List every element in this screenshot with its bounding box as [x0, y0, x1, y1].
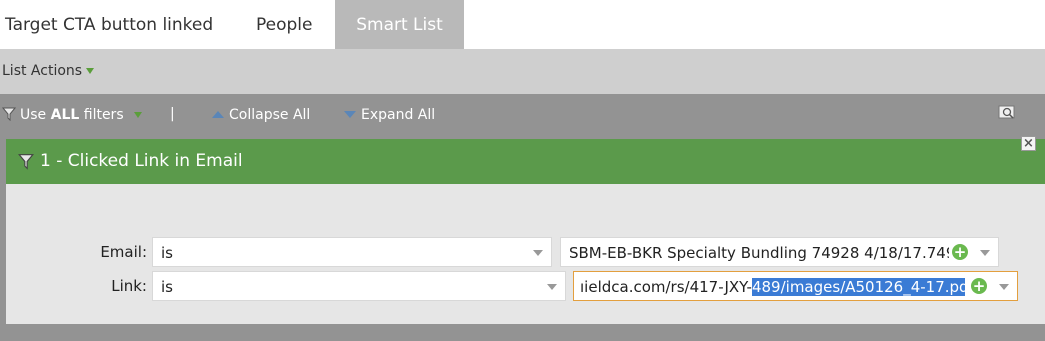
remove-icon[interactable]: × — [1021, 136, 1036, 151]
list-actions-menu[interactable]: List Actions — [2, 63, 95, 79]
collapse-all-label: Collapse All — [229, 107, 311, 123]
chevron-down-icon — [980, 250, 990, 256]
collapse-all-button[interactable]: Collapse All — [212, 107, 310, 123]
filter-toolbar: Use ALL filters | Collapse All Expand Al… — [0, 94, 1045, 139]
email-label: Email: — [100, 243, 147, 261]
link-operator-select[interactable]: is — [152, 271, 566, 301]
filter-title: 1 - Clicked Link in Email — [40, 151, 243, 171]
expand-all-button[interactable]: Expand All — [344, 107, 435, 123]
tab-bar: Target CTA button linked People Smart Li… — [0, 0, 1045, 49]
dropdown-triangle-icon — [133, 112, 142, 118]
chevron-down-icon — [547, 284, 557, 290]
link-value-input[interactable]: ıieldca.com/rs/417-JXY-489/images/A50126… — [573, 271, 1018, 301]
email-value: SBM-EB-BKR Specialty Bundling 74928 4/18… — [569, 244, 949, 262]
use-filters-all: ALL — [50, 107, 80, 123]
dropdown-triangle-icon — [86, 68, 95, 74]
add-plus-icon[interactable]: + — [952, 244, 968, 260]
tab-people[interactable]: People — [256, 0, 312, 49]
email-operator-select[interactable]: is — [152, 237, 552, 267]
use-filters-menu[interactable]: Use ALL filters — [2, 107, 142, 123]
filter-header[interactable]: 1 - Clicked Link in Email — [6, 139, 1045, 184]
link-label: Link: — [111, 277, 147, 295]
link-operator-value: is — [161, 278, 173, 296]
chevron-down-icon — [999, 284, 1009, 290]
filter-block: 1 - Clicked Link in Email Email: is SBM-… — [6, 139, 1045, 324]
toolbar-separator: | — [170, 106, 175, 122]
tab-target-cta[interactable]: Target CTA button linked — [5, 0, 213, 49]
tab-smart-list[interactable]: Smart List — [335, 0, 464, 49]
bottom-bar — [0, 324, 1045, 341]
funnel-icon — [18, 154, 34, 170]
link-value-selected: 489/images/A50126_4-17.pdf — [751, 278, 965, 296]
list-actions-bar: List Actions — [0, 49, 1045, 94]
use-filters-prefix: Use — [20, 107, 51, 123]
lookup-icon[interactable] — [998, 104, 1018, 120]
expand-all-label: Expand All — [361, 107, 436, 123]
expand-down-icon — [344, 111, 356, 118]
use-filters-suffix: filters — [79, 107, 124, 123]
list-actions-label: List Actions — [2, 63, 83, 79]
collapse-up-icon — [212, 111, 224, 118]
email-operator-value: is — [161, 244, 173, 262]
chevron-down-icon — [533, 250, 543, 256]
email-value-select[interactable]: SBM-EB-BKR Specialty Bundling 74928 4/18… — [560, 237, 999, 267]
add-plus-icon[interactable]: + — [971, 278, 987, 294]
link-value: ıieldca.com/rs/417-JXY-489/images/A50126… — [580, 278, 965, 296]
link-value-prefix: ıieldca.com/rs/417-JXY- — [580, 278, 752, 296]
funnel-icon — [2, 107, 16, 121]
